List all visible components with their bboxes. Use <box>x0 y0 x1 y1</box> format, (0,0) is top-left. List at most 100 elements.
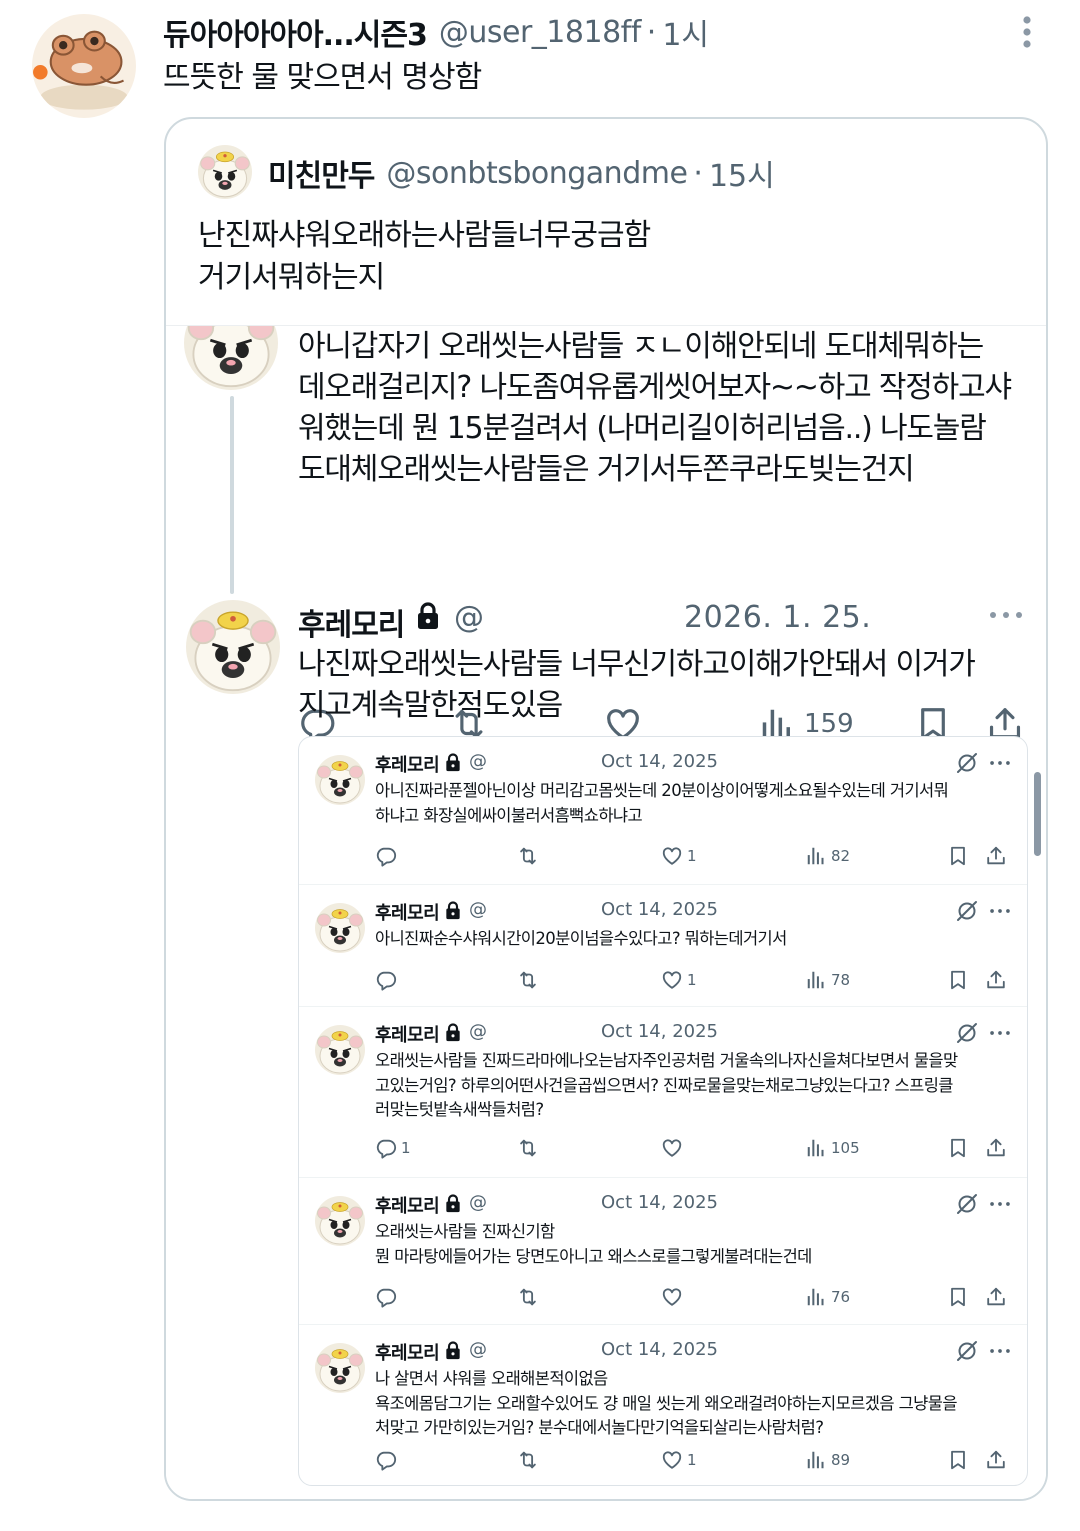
views-button: 82 <box>805 843 850 869</box>
inner-post-display-name: 후레모리 <box>375 903 440 924</box>
views-count: 89 <box>831 1451 851 1469</box>
reply-button <box>375 1284 401 1310</box>
share-icon <box>985 1447 1007 1473</box>
scrollbar[interactable] <box>1034 772 1041 856</box>
inner-post-line: 나 살면서 샤워를 오래해본적이없음 <box>375 1369 608 1388</box>
top-tweet-time[interactable]: 1시 <box>662 10 709 54</box>
reply-button <box>375 843 401 869</box>
grok-icon <box>955 899 979 923</box>
like-button: 1 <box>661 843 697 869</box>
inner-post: 후레모리 @ Oct 14, 2025 오래씻는사람들 진짜신기함 뭔 마라탕에들어가는… <box>299 1178 1027 1325</box>
post2-text: 나진짜오래씻는사람들 너무신기하고이해가안돼서 이거가 지고계속말한적도있음 <box>298 644 1038 726</box>
thread-line <box>230 396 234 594</box>
lock-icon <box>445 1023 461 1042</box>
inner-post-handle: @ <box>469 899 487 920</box>
inner-post-handle: @ <box>469 751 487 772</box>
post1-line: 데오래걸리지? 나도좀여유롭게씻어보자~~하고 작정하고샤 <box>298 370 1012 405</box>
retweet-icon <box>517 1284 539 1310</box>
post1-line: 도대체오래씻는사람들은 거기서두쫀쿠라도빚는건지 <box>298 452 915 487</box>
reply-button <box>375 967 401 993</box>
inner-post-avatar <box>315 1025 365 1075</box>
quoted-tweet-handle: @sonbtsbongandme <box>386 155 688 191</box>
grok-icon <box>955 751 979 775</box>
post2-avatar <box>186 600 280 694</box>
share-icon <box>985 967 1007 993</box>
like-icon <box>661 845 683 867</box>
share-icon <box>985 1135 1007 1161</box>
separator-dot: · <box>646 14 657 50</box>
post2-date: 2026. 1. 25. <box>684 600 872 635</box>
views-button: 89 <box>805 1447 850 1473</box>
lock-icon <box>445 901 461 920</box>
inner-post-line: 하냐고 화장실에싸이불러서흠뻑쇼하냐고 <box>375 805 643 825</box>
bookmark-icon <box>947 967 969 993</box>
reply-icon <box>375 1286 397 1308</box>
inner-post-date: Oct 14, 2025 <box>601 1021 718 1042</box>
inner-post-line: 아니진짜라푼젤아닌이상 머리감고몸씻는데 20분이상이어떻게소요될수있는데 거기… <box>375 781 949 800</box>
inner-post-handle: @ <box>469 1021 487 1042</box>
inner-post-line: 러맞는텃밭속새싹들처럼? <box>375 1100 544 1119</box>
inner-post-avatar <box>315 1343 365 1393</box>
inner-post-avatar <box>315 755 365 805</box>
like-icon <box>661 969 683 991</box>
top-tweet-display-name[interactable]: 듀아아아아아...시즌3 <box>163 10 428 54</box>
reply-button: 1 <box>375 1135 411 1161</box>
post2-display-name: 후레모리 <box>298 608 405 643</box>
more-icon <box>989 759 1011 767</box>
inner-post-display-name: 후레모리 <box>375 1343 440 1364</box>
bookmark-icon <box>947 1135 969 1161</box>
inner-post: 후레모리 @ Oct 14, 2025 오래씻는사람들 진짜드라마에나오는남자주인공처… <box>299 1007 1027 1178</box>
top-tweet-handle[interactable]: @user_1818ff <box>439 15 641 50</box>
quoted-tweet-text: 난진짜샤워오래하는사람들너무궁금함 거기서뭐하는지 <box>198 215 651 299</box>
inner-post-handle: @ <box>469 1339 487 1360</box>
top-tweet-text: 뜨뜻한 물 맞으면서 명상함 <box>163 60 482 95</box>
like-button: 1 <box>661 967 697 993</box>
quoted-tweet-header: 미친만두 @sonbtsbongandme · 15시 <box>268 151 775 195</box>
views-button: 76 <box>805 1284 850 1310</box>
quoted-tweet-card[interactable]: 미친만두 @sonbtsbongandme · 15시 난진짜샤워오래하는사람들… <box>164 117 1048 1501</box>
top-tweet-header: 듀아아아아아...시즌3 @user_1818ff · 1시 <box>163 10 709 54</box>
grok-icon <box>955 1021 979 1045</box>
more-icon <box>989 1347 1011 1355</box>
views-count: 82 <box>831 847 851 865</box>
lock-icon <box>416 602 440 630</box>
inner-post-date: Oct 14, 2025 <box>601 751 718 772</box>
inner-post-text: 아니진짜라푼젤아닌이상 머리감고몸씻는데 20분이상이어떻게소요될수있는데 거기… <box>375 779 1015 828</box>
inner-post-display-name: 후레모리 <box>375 1025 440 1046</box>
like-icon <box>661 1137 683 1159</box>
grok-icon <box>955 1339 979 1363</box>
inner-post-text: 아니진짜순수샤워시간이20분이넘을수있다고? 뭐하는데거기서 <box>375 927 1015 952</box>
inner-post-action-bar: 1 82 <box>375 843 1015 869</box>
inner-post-line: 오래씻는사람들 진짜신기함 <box>375 1222 555 1241</box>
reply-icon <box>375 1449 397 1471</box>
inner-post-handle: @ <box>469 1192 487 1213</box>
retweet-icon <box>517 843 539 869</box>
retweet-icon <box>517 967 539 993</box>
quoted-tweet-display-name: 미친만두 <box>268 159 375 194</box>
views-button: 105 <box>805 1135 860 1161</box>
more-icon <box>989 1200 1011 1208</box>
top-tweet-avatar[interactable] <box>32 14 136 118</box>
bookmark-icon <box>947 843 969 869</box>
views-count: 76 <box>831 1288 851 1306</box>
like-count: 1 <box>687 971 697 989</box>
post2-handle: @ <box>454 600 484 635</box>
quoted-tweet-line: 난진짜샤워오래하는사람들너무궁금함 <box>198 218 651 253</box>
inner-post-date: Oct 14, 2025 <box>601 1339 718 1360</box>
views-icon <box>805 969 827 991</box>
inner-post-line: 오래씻는사람들 진짜드라마에나오는남자주인공처럼 거울속의나자신을쳐다보면서 물… <box>375 1051 958 1070</box>
grok-icon <box>955 1192 979 1216</box>
reply-button <box>375 1447 401 1473</box>
inner-post-action-bar: 1 78 <box>375 967 1015 993</box>
more-icon[interactable] <box>988 608 1024 622</box>
post1-line: 워했는데 뭔 15분걸려서 (나머리길이허리넘음..) 나도놀람 <box>298 411 987 446</box>
attached-screenshot[interactable]: 아니갑자기 오래씻는사람들 ㅈㄴ이해안되네 도대체뭐하는 데오래걸리지? 나도좀… <box>166 325 1046 1499</box>
separator-dot: · <box>693 155 703 191</box>
lock-icon <box>445 753 461 772</box>
views-count: 78 <box>831 971 851 989</box>
post1-avatar <box>184 325 278 390</box>
like-icon <box>661 1286 683 1308</box>
views-icon <box>805 845 827 867</box>
more-options-icon[interactable] <box>1012 12 1042 52</box>
inner-post-date: Oct 14, 2025 <box>601 1192 718 1213</box>
